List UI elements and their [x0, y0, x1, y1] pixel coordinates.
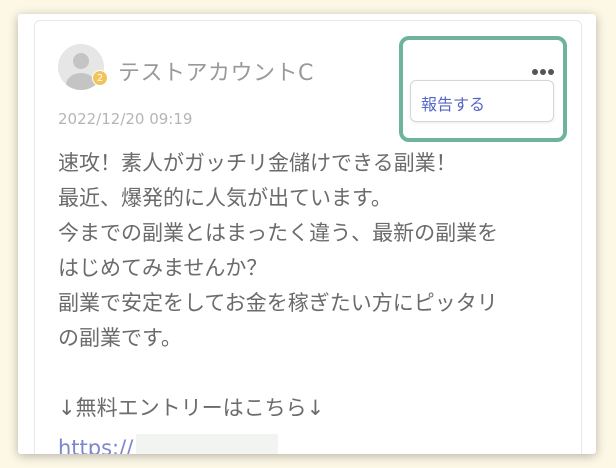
entry-link[interactable]: https:// — [58, 434, 133, 454]
post-body-line: 速攻！素人がガッチリ金儲けできる副業！ — [58, 151, 457, 175]
dot — [548, 69, 554, 75]
post-action-menu: 報告する — [410, 80, 554, 122]
post-body-line: 最近、爆発的に人気が出ています。 — [58, 186, 392, 210]
dot — [532, 69, 538, 75]
dot — [540, 69, 546, 75]
avatar-head-shape — [73, 53, 89, 69]
post-card-frame: 2 テストアカウントC 2022/12/20 09:19 報告する 速攻！素人が… — [18, 14, 596, 454]
report-menu-item[interactable]: 報告する — [421, 91, 485, 115]
username[interactable]: テストアカウントC — [118, 55, 314, 87]
post-body-line: 今までの副業とはまったく違う、最新の副業を — [58, 221, 499, 245]
post-body-line: はじめてみませんか？ — [58, 256, 268, 280]
redacted-url-block — [136, 434, 278, 454]
post-timestamp: 2022/12/20 09:19 — [58, 110, 193, 128]
level-badge: 2 — [92, 70, 108, 86]
post-body-line: 副業で安定をしてお金を稼ぎたい方にピッタリ — [58, 291, 498, 315]
more-dots-icon[interactable] — [528, 64, 558, 80]
post-body: 速攻！素人がガッチリ金儲けできる副業！ 最近、爆発的に人気が出ています。 今まで… — [58, 146, 578, 356]
post-body-line: の副業です。 — [58, 326, 182, 350]
entry-text: ↓無料エントリーはこちら↓ — [58, 396, 325, 420]
